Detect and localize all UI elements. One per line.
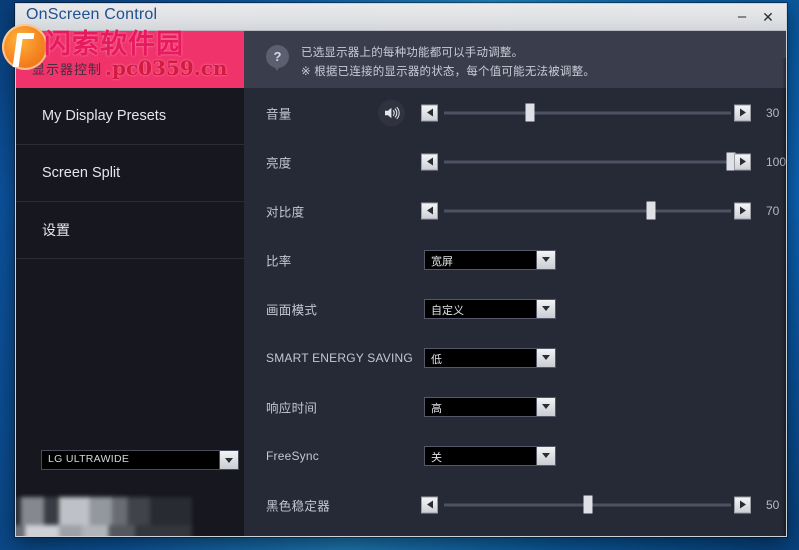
slider-increase-brightness[interactable] bbox=[734, 153, 751, 170]
setting-row-volume: 音量 30 bbox=[244, 88, 786, 137]
arrow-right-icon bbox=[740, 207, 746, 215]
content-panel: ? 已选显示器上的每种功能都可以手动调整。 ※ 根据已连接的显示器的状态，每个值… bbox=[244, 31, 786, 536]
blurred-taskbar-region bbox=[15, 497, 192, 537]
slider-decrease-brightness[interactable] bbox=[421, 153, 438, 170]
arrow-left-icon bbox=[427, 501, 433, 509]
sidebar: 显示器控制 My Display Presets Screen Split 设置… bbox=[16, 31, 244, 536]
app-body: 显示器控制 My Display Presets Screen Split 设置… bbox=[16, 31, 786, 536]
info-banner: ? 已选显示器上的每种功能都可以手动调整。 ※ 根据已连接的显示器的状态，每个值… bbox=[244, 31, 786, 88]
sidebar-item-screen-split[interactable]: Screen Split bbox=[16, 145, 244, 202]
dropdown-value-aspect-ratio: 宽屏 bbox=[431, 253, 453, 269]
arrow-left-icon bbox=[427, 158, 433, 166]
slider-value-volume: 30 bbox=[766, 106, 779, 120]
help-pin-glyph: ? bbox=[266, 45, 289, 68]
chevron-down-icon[interactable] bbox=[536, 300, 555, 318]
setting-row-aspect-ratio: 比率 宽屏 bbox=[244, 235, 786, 284]
slider-track-black-stabilizer[interactable] bbox=[444, 503, 731, 506]
sidebar-item-label: 设置 bbox=[42, 220, 70, 240]
slider-value-contrast: 70 bbox=[766, 204, 779, 218]
setting-row-brightness: 亮度 100 bbox=[244, 137, 786, 186]
slider-increase-volume[interactable] bbox=[734, 104, 751, 121]
dropdown-value-smart-energy-saving: 低 bbox=[431, 351, 442, 367]
slider-handle-volume[interactable] bbox=[526, 104, 535, 122]
slider-decrease-contrast[interactable] bbox=[421, 202, 438, 219]
sidebar-item-label: Screen Split bbox=[42, 165, 120, 181]
dropdown-smart-energy-saving[interactable]: 低 bbox=[424, 348, 556, 368]
arrow-right-icon bbox=[740, 158, 746, 166]
setting-label-freesync: FreeSync bbox=[266, 449, 319, 463]
setting-label-volume: 音量 bbox=[266, 103, 292, 122]
dropdown-value-freesync: 关 bbox=[431, 449, 442, 465]
speaker-icon[interactable] bbox=[378, 99, 405, 126]
chevron-down-icon[interactable] bbox=[219, 451, 238, 469]
slider-handle-black-stabilizer[interactable] bbox=[583, 496, 592, 514]
setting-label-response-time: 响应时间 bbox=[266, 397, 317, 416]
setting-label-picture-mode: 画面模式 bbox=[266, 299, 317, 318]
sidebar-item-my-display-presets[interactable]: My Display Presets bbox=[16, 88, 244, 145]
settings-rows: 音量 30 亮度 100 对比度 70 比率 宽屏画面模式 自定义 SMART ENERGY SA… bbox=[244, 88, 786, 536]
window-title: OnScreen Control bbox=[26, 6, 157, 24]
brand-banner: 显示器控制 bbox=[16, 31, 244, 88]
monitor-select-dropdown[interactable]: LG ULTRAWIDE bbox=[41, 450, 239, 470]
setting-label-smart-energy-saving: SMART ENERGY SAVING bbox=[266, 351, 413, 365]
dropdown-freesync[interactable]: 关 bbox=[424, 446, 556, 466]
setting-row-black-stabilizer: 黑色稳定器 50 bbox=[244, 480, 786, 529]
chevron-down-icon[interactable] bbox=[536, 349, 555, 367]
brand-label: 显示器控制 bbox=[32, 59, 102, 78]
slider-track-brightness[interactable] bbox=[444, 160, 731, 163]
dropdown-aspect-ratio[interactable]: 宽屏 bbox=[424, 250, 556, 270]
setting-label-black-stabilizer: 黑色稳定器 bbox=[266, 495, 330, 514]
chevron-down-icon[interactable] bbox=[536, 251, 555, 269]
chevron-down-icon[interactable] bbox=[536, 447, 555, 465]
minimize-button[interactable]: – bbox=[732, 8, 752, 26]
setting-row-response-time: 响应时间 高 bbox=[244, 382, 786, 431]
setting-label-aspect-ratio: 比率 bbox=[266, 250, 292, 269]
arrow-right-icon bbox=[740, 109, 746, 117]
slider-value-black-stabilizer: 50 bbox=[766, 498, 779, 512]
info-text-line-2: ※ 根据已连接的显示器的状态，每个值可能无法被调整。 bbox=[301, 63, 595, 79]
dropdown-value-response-time: 高 bbox=[431, 400, 442, 416]
arrow-left-icon bbox=[427, 207, 433, 215]
slider-decrease-black-stabilizer[interactable] bbox=[421, 496, 438, 513]
setting-row-contrast: 对比度 70 bbox=[244, 186, 786, 235]
dropdown-value-picture-mode: 自定义 bbox=[431, 302, 464, 318]
slider-track-contrast[interactable] bbox=[444, 209, 731, 212]
setting-row-picture-mode: 画面模式 自定义 bbox=[244, 284, 786, 333]
arrow-left-icon bbox=[427, 109, 433, 117]
help-pin-icon: ? bbox=[266, 45, 289, 73]
arrow-right-icon bbox=[740, 501, 746, 509]
dropdown-picture-mode[interactable]: 自定义 bbox=[424, 299, 556, 319]
info-text-line-1: 已选显示器上的每种功能都可以手动调整。 bbox=[301, 44, 523, 60]
sidebar-item-settings[interactable]: 设置 bbox=[16, 202, 244, 259]
slider-decrease-volume[interactable] bbox=[421, 104, 438, 121]
setting-label-contrast: 对比度 bbox=[266, 201, 304, 220]
slider-value-brightness: 100 bbox=[766, 155, 786, 169]
sidebar-item-label: My Display Presets bbox=[42, 108, 166, 124]
slider-increase-black-stabilizer[interactable] bbox=[734, 496, 751, 513]
dropdown-response-time[interactable]: 高 bbox=[424, 397, 556, 417]
close-button[interactable]: ✕ bbox=[758, 8, 778, 26]
setting-label-brightness: 亮度 bbox=[266, 152, 292, 171]
setting-row-freesync: FreeSync 关 bbox=[244, 431, 786, 480]
monitor-select-value: LG ULTRAWIDE bbox=[48, 453, 129, 465]
onscreen-control-window: OnScreen Control – ✕ 显示器控制 My Display Pr… bbox=[15, 3, 787, 537]
slider-increase-contrast[interactable] bbox=[734, 202, 751, 219]
sidebar-empty-area bbox=[16, 259, 244, 459]
setting-row-smart-energy-saving: SMART ENERGY SAVING 低 bbox=[244, 333, 786, 382]
chevron-down-icon[interactable] bbox=[536, 398, 555, 416]
window-titlebar[interactable]: OnScreen Control – ✕ bbox=[16, 4, 786, 31]
slider-handle-contrast[interactable] bbox=[646, 202, 655, 220]
slider-track-volume[interactable] bbox=[444, 111, 731, 114]
